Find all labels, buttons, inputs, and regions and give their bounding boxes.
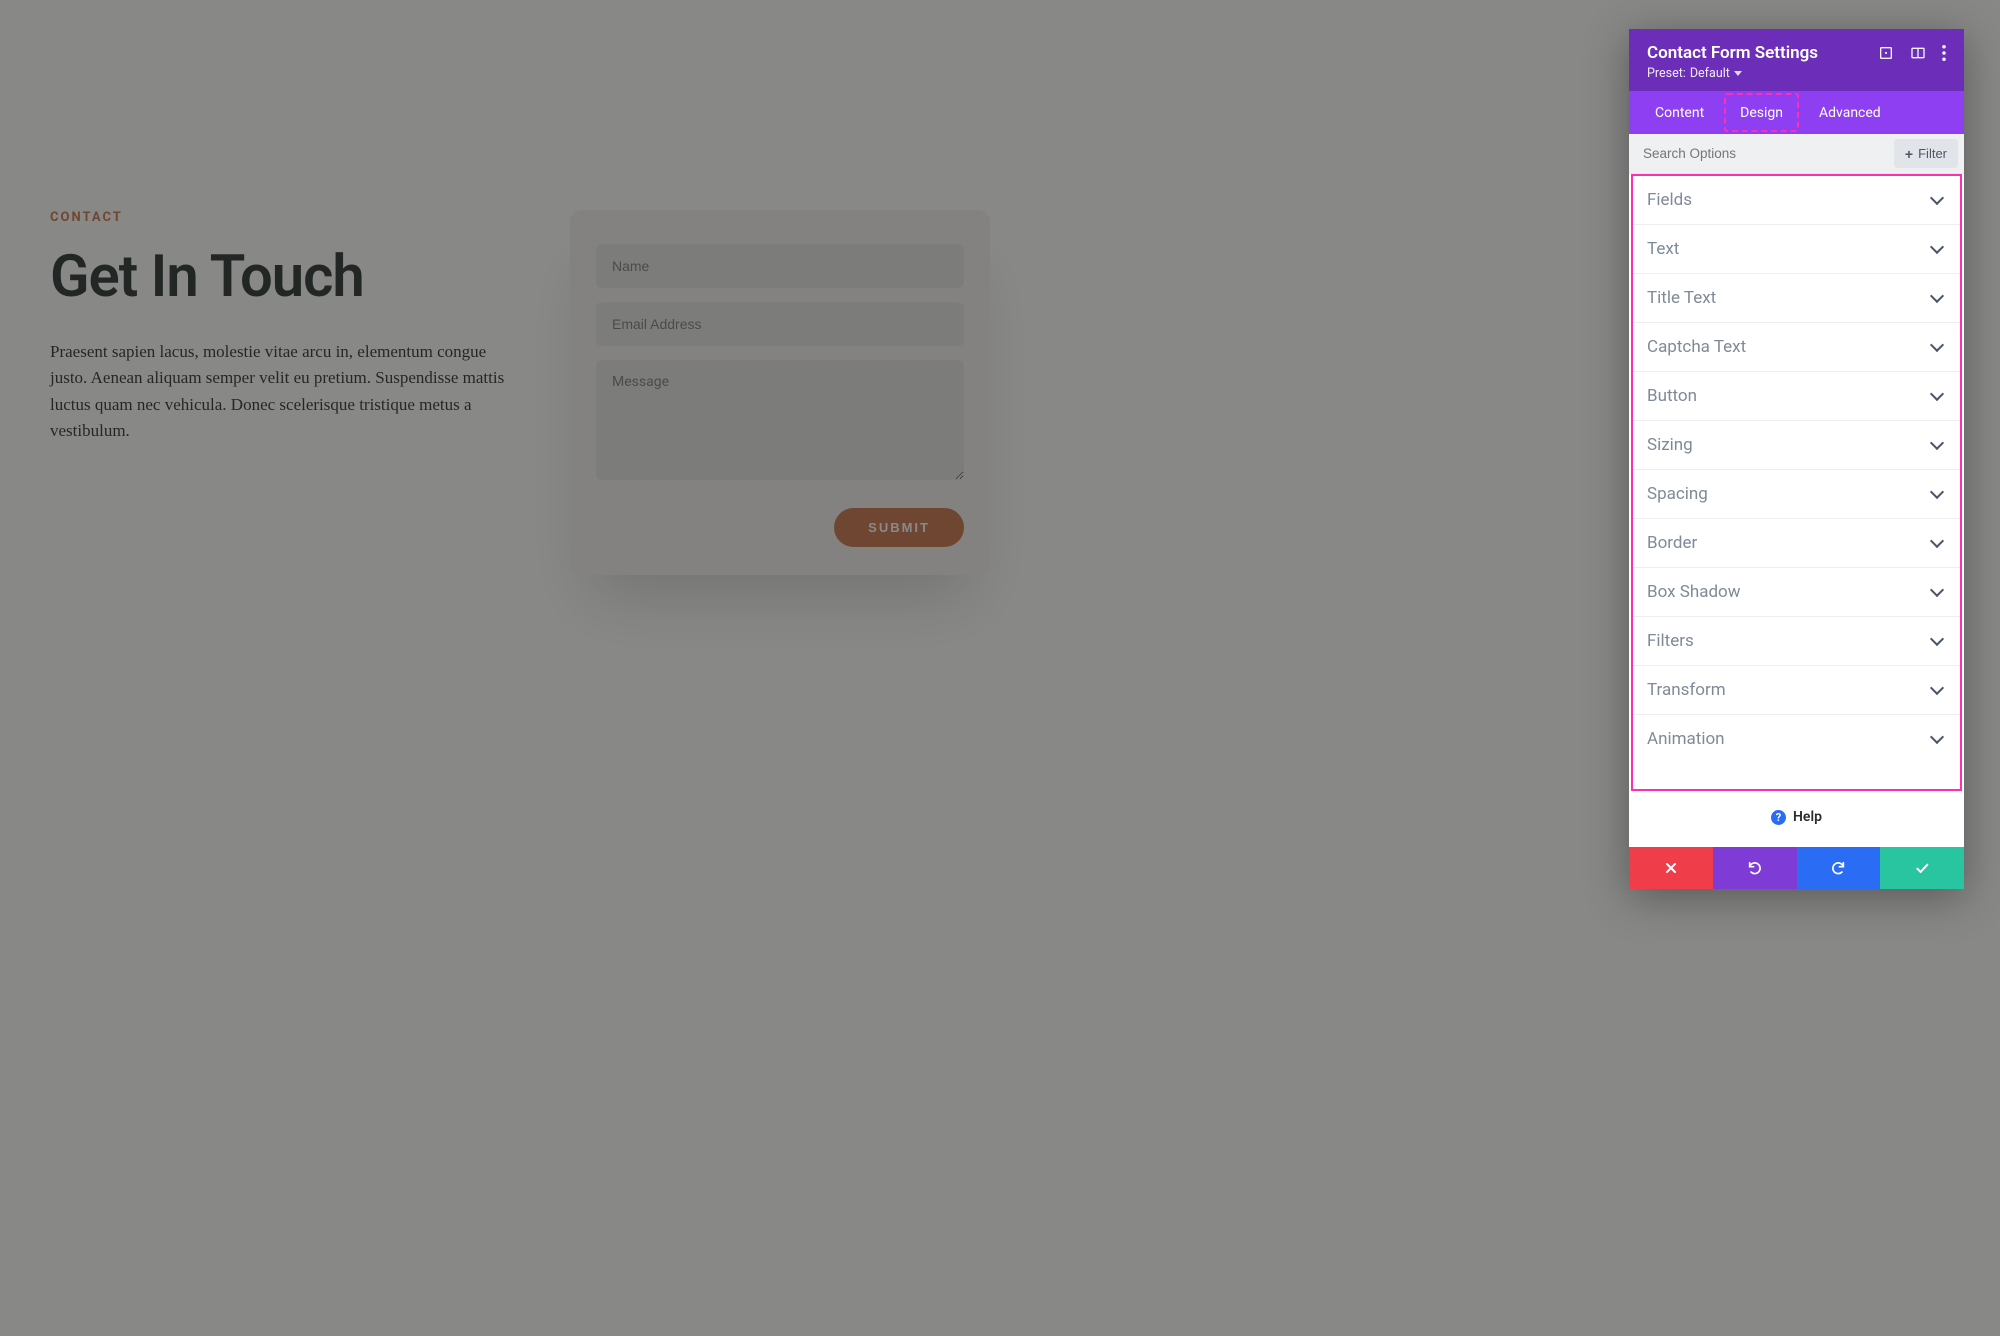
expand-icon[interactable] [1878,45,1894,61]
option-label: Box Shadow [1647,582,1741,602]
contact-headline: Get In Touch [50,243,510,311]
chevron-down-icon [1930,583,1944,597]
panel-tabs: Content Design Advanced [1629,91,1964,134]
option-label: Sizing [1647,435,1693,455]
preset-selector[interactable]: Preset: Default [1647,66,1742,81]
kebab-menu-icon[interactable] [1942,45,1946,61]
option-label: Border [1647,533,1697,553]
name-field[interactable] [596,244,964,288]
tab-advanced[interactable]: Advanced [1803,93,1897,132]
chevron-down-icon [1930,338,1944,352]
option-title-text[interactable]: Title Text [1633,274,1960,323]
close-icon [1663,860,1679,876]
check-icon [1914,860,1930,876]
tab-content[interactable]: Content [1639,93,1720,132]
panel-header: Contact Form Settings Preset: Default [1629,29,1964,91]
filter-label: Filter [1918,146,1947,161]
panel-search-bar: + Filter [1629,134,1964,174]
plus-icon: + [1905,147,1913,161]
settings-panel: Contact Form Settings Preset: Default Co… [1629,29,1964,889]
option-captcha-text[interactable]: Captcha Text [1633,323,1960,372]
chevron-down-icon [1930,436,1944,450]
option-label: Transform [1647,680,1726,700]
help-label: Help [1793,809,1822,825]
option-box-shadow[interactable]: Box Shadow [1633,568,1960,617]
email-field[interactable] [596,302,964,346]
panel-title: Contact Form Settings [1647,43,1818,63]
chevron-down-icon [1930,730,1944,744]
contact-eyebrow: CONTACT [50,210,510,225]
cancel-button[interactable] [1629,847,1713,889]
caret-down-icon [1734,71,1742,76]
contact-form-card: SUBMIT [570,210,990,575]
option-label: Spacing [1647,484,1708,504]
tab-design[interactable]: Design [1724,93,1799,132]
undo-button[interactable] [1713,847,1797,889]
option-border[interactable]: Border [1633,519,1960,568]
option-label: Filters [1647,631,1694,651]
chevron-down-icon [1930,191,1944,205]
contact-form-column: SUBMIT [570,210,990,575]
search-input[interactable] [1629,136,1888,171]
contact-body: Praesent sapien lacus, molestie vitae ar… [50,339,510,444]
option-animation[interactable]: Animation [1633,715,1960,763]
option-label: Fields [1647,190,1692,210]
save-button[interactable] [1880,847,1964,889]
option-text[interactable]: Text [1633,225,1960,274]
option-transform[interactable]: Transform [1633,666,1960,715]
chevron-down-icon [1930,240,1944,254]
option-label: Text [1647,239,1679,259]
option-spacing[interactable]: Spacing [1633,470,1960,519]
option-label: Title Text [1647,288,1716,308]
option-fields[interactable]: Fields [1633,176,1960,225]
message-field[interactable] [596,360,964,480]
chevron-down-icon [1930,632,1944,646]
option-label: Animation [1647,729,1725,749]
options-list: Fields Text Title Text Captcha Text Butt… [1631,174,1962,791]
panel-footer [1629,847,1964,889]
option-label: Button [1647,386,1697,406]
option-filters[interactable]: Filters [1633,617,1960,666]
columns-icon[interactable] [1910,45,1926,61]
option-sizing[interactable]: Sizing [1633,421,1960,470]
submit-button[interactable]: SUBMIT [834,508,964,547]
chevron-down-icon [1930,534,1944,548]
option-button[interactable]: Button [1633,372,1960,421]
chevron-down-icon [1930,289,1944,303]
help-button[interactable]: ? Help [1629,791,1964,847]
preset-value: Default [1690,66,1730,81]
chevron-down-icon [1930,485,1944,499]
contact-text-column: CONTACT Get In Touch Praesent sapien lac… [50,210,510,444]
undo-icon [1747,860,1763,876]
option-label: Captcha Text [1647,337,1746,357]
chevron-down-icon [1930,681,1944,695]
redo-icon [1830,860,1846,876]
filter-button[interactable]: + Filter [1894,139,1958,168]
preset-prefix: Preset: [1647,66,1686,81]
help-icon: ? [1771,810,1786,825]
redo-button[interactable] [1797,847,1881,889]
chevron-down-icon [1930,387,1944,401]
